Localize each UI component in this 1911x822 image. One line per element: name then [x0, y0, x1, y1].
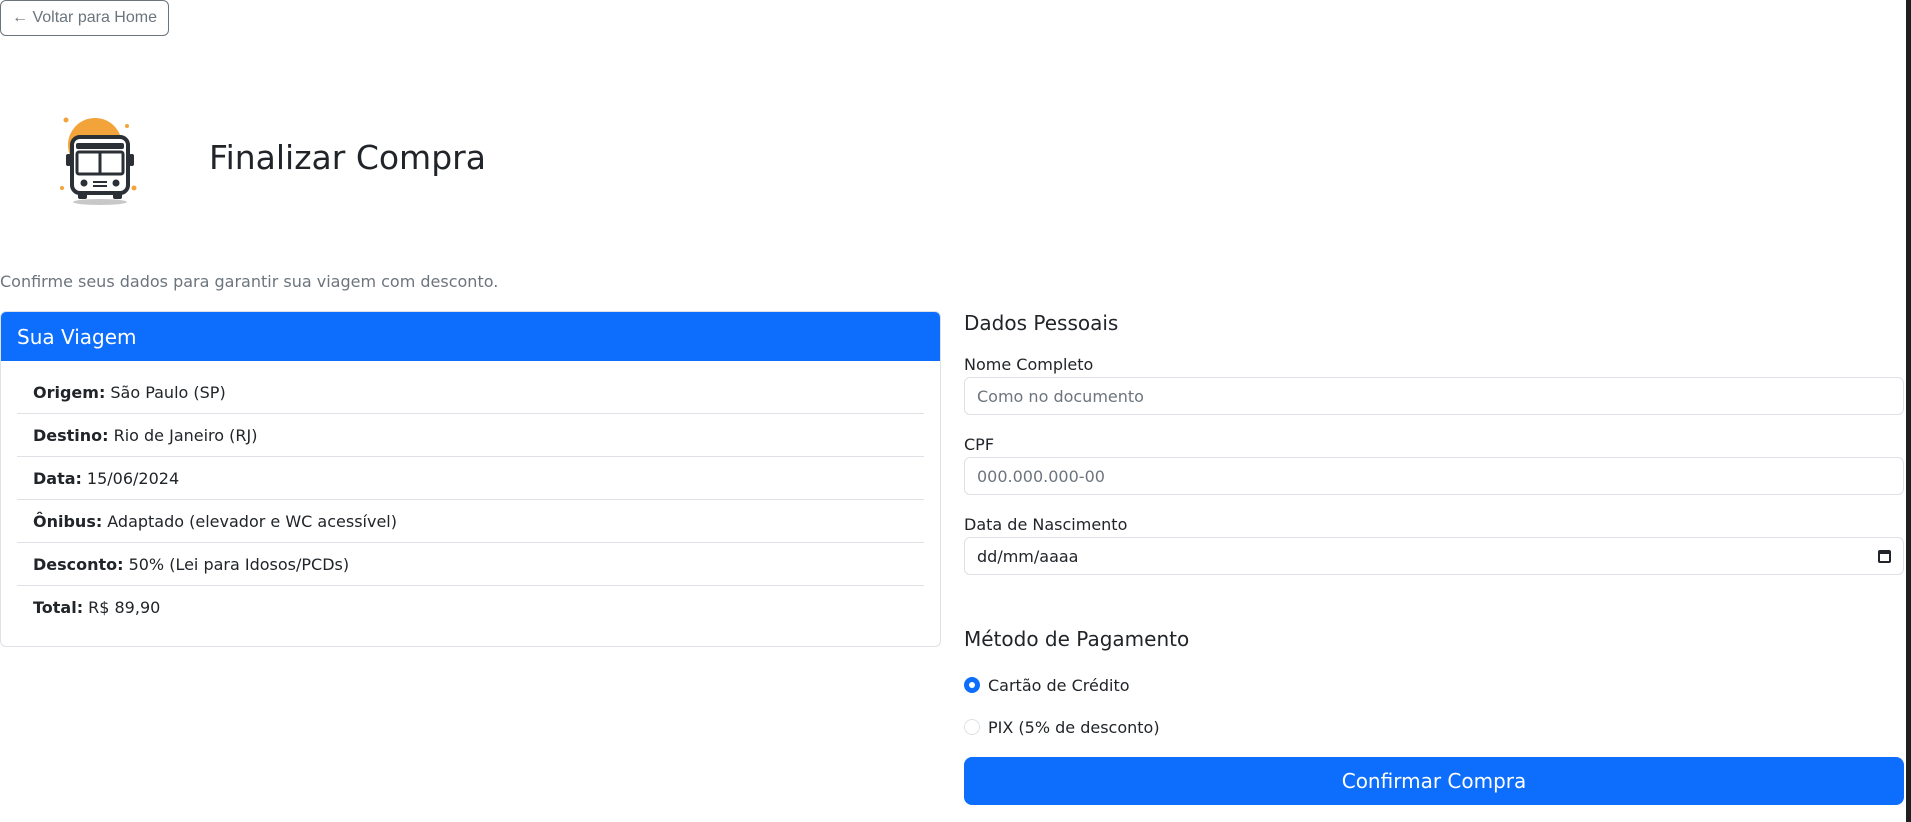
trip-item-total: Total: R$ 89,90: [17, 586, 924, 628]
birth-date-value: dd/mm/aaaa: [977, 546, 1079, 566]
full-name-input[interactable]: [964, 377, 1904, 415]
trip-item-date: Data: 15/06/2024: [17, 457, 924, 500]
personal-data-title: Dados Pessoais: [964, 311, 1119, 335]
checkout-page: ← Voltar para Home Finalizar Compra Conf…: [0, 0, 1911, 822]
payment-option-pix[interactable]: PIX (5% de desconto): [964, 715, 1904, 739]
trip-details-list: Origem: São Paulo (SP) Destino: Rio de J…: [1, 361, 940, 628]
back-button-label: ← Voltar para Home: [12, 9, 157, 26]
trip-item-value: Adaptado (elevador e WC acessível): [107, 511, 397, 531]
cpf-label: CPF: [964, 435, 995, 454]
trip-item-destination: Destino: Rio de Janeiro (RJ): [17, 414, 924, 457]
cpf-input[interactable]: [964, 457, 1904, 495]
window-edge: [1906, 0, 1911, 822]
bus-logo-icon: [60, 117, 137, 205]
trip-item-value: R$ 89,90: [88, 597, 161, 617]
calendar-icon[interactable]: [1878, 549, 1891, 563]
page-subtitle: Confirme seus dados para garantir sua vi…: [0, 272, 499, 291]
trip-item-origin: Origem: São Paulo (SP): [17, 371, 924, 414]
trip-item-value: Rio de Janeiro (RJ): [113, 425, 258, 445]
trip-item-bus: Ônibus: Adaptado (elevador e WC acessíve…: [17, 500, 924, 543]
payment-method-title: Método de Pagamento: [964, 627, 1190, 651]
pix-radio[interactable]: [964, 719, 980, 735]
trip-item-value: 50% (Lei para Idosos/PCDs): [128, 554, 350, 574]
birth-date-label: Data de Nascimento: [964, 515, 1128, 534]
trip-item-value: São Paulo (SP): [110, 382, 226, 402]
page-title: Finalizar Compra: [209, 138, 486, 177]
trip-card-header: Sua Viagem: [1, 312, 940, 361]
trip-item-value: 15/06/2024: [86, 468, 180, 488]
confirm-purchase-button[interactable]: Confirmar Compra: [964, 757, 1904, 805]
trip-item-label: Destino:: [33, 425, 109, 445]
trip-item-label: Origem:: [33, 382, 106, 402]
credit-card-radio[interactable]: [964, 677, 980, 693]
trip-item-label: Data:: [33, 468, 82, 488]
pix-label: PIX (5% de desconto): [988, 717, 1160, 737]
trip-item-label: Ônibus:: [33, 511, 103, 531]
trip-item-label: Desconto:: [33, 554, 124, 574]
payment-option-credit-card[interactable]: Cartão de Crédito: [964, 673, 1904, 697]
birth-date-input[interactable]: dd/mm/aaaa: [964, 537, 1904, 575]
checkout-form: Dados Pessoais Nome Completo CPF Data de…: [964, 305, 1904, 805]
credit-card-label: Cartão de Crédito: [988, 675, 1130, 695]
trip-item-discount: Desconto: 50% (Lei para Idosos/PCDs): [17, 543, 924, 586]
full-name-label: Nome Completo: [964, 355, 1094, 374]
back-to-home-button[interactable]: ← Voltar para Home: [0, 0, 169, 36]
trip-summary-card: Sua Viagem Origem: São Paulo (SP) Destin…: [0, 311, 941, 647]
trip-item-label: Total:: [33, 597, 84, 617]
